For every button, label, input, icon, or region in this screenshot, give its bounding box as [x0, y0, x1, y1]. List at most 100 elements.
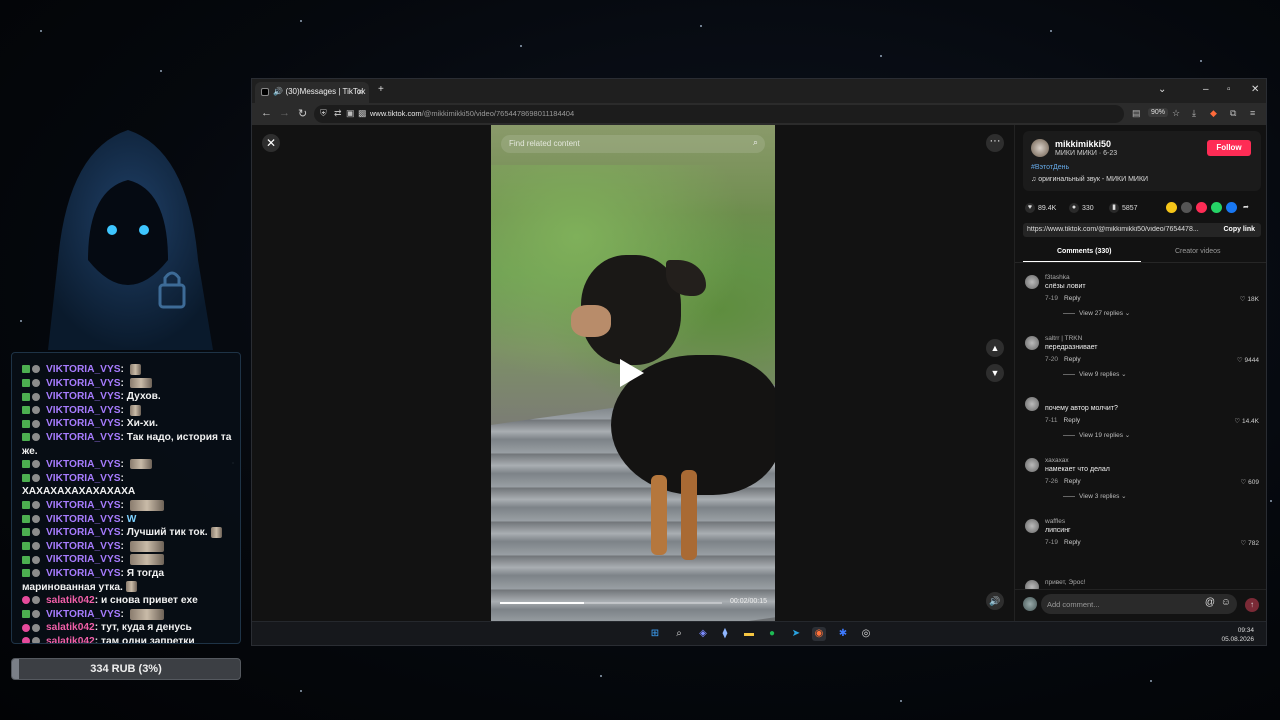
share-option-icon[interactable]	[1211, 202, 1222, 213]
chat-username[interactable]: VIKTORIA_VYS	[46, 418, 121, 429]
tab-creator-videos[interactable]: Creator videos	[1175, 248, 1221, 255]
obs-icon[interactable]: ◎	[859, 627, 873, 641]
comment-like-button[interactable]: ♡ 14.4K	[1234, 417, 1259, 425]
sound-link[interactable]: ♫ оригинальный звук - МИКИ МИКИ	[1031, 176, 1148, 183]
menu-icon[interactable]: ≡	[1250, 108, 1255, 118]
share-option-icon[interactable]	[1166, 202, 1177, 213]
reader-view-icon[interactable]: ▤	[1132, 108, 1141, 119]
spotify-icon[interactable]: ●	[765, 627, 779, 641]
view-replies-button[interactable]: View 9 replies ⌄	[1063, 370, 1127, 378]
video-player[interactable]: Find related content ⌕ 00:02/00:15	[491, 125, 775, 621]
play-icon[interactable]	[620, 359, 644, 387]
next-video-button[interactable]: ▼	[986, 364, 1004, 382]
like-button[interactable]: ♥ 89.4K	[1025, 203, 1056, 213]
permissions-icon[interactable]: ⇄	[334, 108, 342, 119]
commenter-avatar[interactable]	[1025, 397, 1039, 411]
reload-icon[interactable]: ↻	[298, 107, 307, 120]
app-star-icon[interactable]: ✱	[836, 627, 850, 641]
more-options-button[interactable]: ···	[986, 134, 1004, 152]
close-video-button[interactable]: ✕	[262, 134, 280, 152]
chat-username[interactable]: salatik042	[46, 595, 95, 606]
app-icon[interactable]: ◈	[696, 627, 710, 641]
comment-like-button[interactable]: ♡ 609	[1241, 478, 1260, 486]
address-bar[interactable]: ⛨ ⇄ ▣ ▩ www.tiktok.com/@mikkimikki50/vid…	[314, 105, 1124, 123]
volume-button[interactable]: 🔊	[986, 592, 1004, 610]
commenter-username[interactable]: привет, Эрос!	[1045, 579, 1085, 586]
chat-username[interactable]: VIKTORIA_VYS	[46, 459, 121, 470]
camera-off-icon[interactable]: ▣	[346, 108, 355, 119]
comment-input[interactable]: Add comment... @ ☺	[1041, 594, 1237, 614]
comment-count-button[interactable]: ● 330	[1069, 203, 1094, 213]
view-replies-button[interactable]: View 3 replies ⌄	[1063, 492, 1127, 500]
share-option-icon[interactable]	[1196, 202, 1207, 213]
comment-like-button[interactable]: ♡ 9444	[1237, 356, 1259, 364]
chat-username[interactable]: salatik042	[46, 636, 95, 643]
previous-video-button[interactable]: ▲	[986, 339, 1004, 357]
author-avatar[interactable]	[1031, 139, 1049, 157]
mention-icon[interactable]: @	[1205, 597, 1215, 608]
share-option-icon[interactable]	[1226, 202, 1237, 213]
search-icon[interactable]: ⌕	[672, 627, 686, 641]
view-replies-button[interactable]: View 27 replies ⌄	[1063, 309, 1130, 317]
extensions-icon[interactable]: ⧉	[1230, 108, 1236, 119]
chat-username[interactable]: VIKTORIA_VYS	[46, 527, 121, 538]
author-username[interactable]: mikkimikki50	[1055, 139, 1111, 149]
copy-link-button[interactable]: Copy link	[1223, 226, 1255, 233]
close-window-button[interactable]: ✕	[1251, 84, 1259, 95]
reply-button[interactable]: Reply	[1064, 417, 1081, 424]
zoom-level[interactable]: 90%	[1148, 108, 1169, 117]
extension-icon[interactable]: ◆	[1210, 108, 1217, 119]
reply-button[interactable]: Reply	[1064, 539, 1081, 546]
hashtag-link[interactable]: #ВэтотДень	[1031, 164, 1069, 171]
maximize-button[interactable]: ▫	[1227, 84, 1231, 95]
commenter-username[interactable]: хахахах	[1045, 457, 1069, 464]
comment-like-button[interactable]: ♡ 18K	[1240, 295, 1259, 303]
remote-icon[interactable]: ⧫	[718, 627, 732, 641]
telegram-icon[interactable]: ➤	[789, 627, 803, 641]
tab-comments[interactable]: Comments (330)	[1057, 248, 1111, 255]
back-icon[interactable]: ←	[261, 107, 272, 119]
chat-username[interactable]: VIKTORIA_VYS	[46, 500, 121, 511]
share-more-icon[interactable]: ➦	[1243, 203, 1249, 211]
commenter-avatar[interactable]	[1025, 275, 1039, 289]
comment-like-button[interactable]: ♡ 782	[1241, 539, 1260, 547]
start-icon[interactable]: ⊞	[648, 627, 662, 641]
chat-username[interactable]: VIKTORIA_VYS	[46, 568, 121, 579]
tab-list-icon[interactable]: ⌄	[1158, 84, 1166, 95]
related-search-input[interactable]: Find related content ⌕	[501, 135, 765, 153]
chat-username[interactable]: salatik042	[46, 622, 95, 633]
chat-username[interactable]: VIKTORIA_VYS	[46, 432, 121, 443]
new-tab-button[interactable]: +	[378, 84, 384, 95]
chat-username[interactable]: VIKTORIA_VYS	[46, 514, 121, 525]
chat-username[interactable]: VIKTORIA_VYS	[46, 364, 121, 375]
browser-tab[interactable]: 🔊 (30)Messages | TikTok ✕	[255, 82, 369, 103]
reply-button[interactable]: Reply	[1064, 356, 1081, 363]
view-replies-button[interactable]: View 19 replies ⌄	[1063, 431, 1130, 439]
minimize-button[interactable]: –	[1203, 84, 1209, 95]
video-progress-bar[interactable]	[500, 602, 722, 604]
chat-username[interactable]: VIKTORIA_VYS	[46, 473, 121, 484]
chat-username[interactable]: VIKTORIA_VYS	[46, 391, 121, 402]
chat-username[interactable]: VIKTORIA_VYS	[46, 541, 121, 552]
forward-icon[interactable]: →	[279, 107, 290, 119]
downloads-icon[interactable]: ⤓	[1192, 108, 1196, 119]
emoji-icon[interactable]: ☺	[1221, 597, 1231, 608]
share-link-box[interactable]: https://www.tiktok.com/@mikkimikki50/vid…	[1023, 223, 1261, 237]
chat-username[interactable]: VIKTORIA_VYS	[46, 609, 121, 620]
commenter-avatar[interactable]	[1025, 336, 1039, 350]
follow-button[interactable]: Follow	[1207, 140, 1251, 156]
send-comment-button[interactable]: ↑	[1245, 598, 1259, 612]
chat-username[interactable]: VIKTORIA_VYS	[46, 405, 121, 416]
chat-username[interactable]: VIKTORIA_VYS	[46, 378, 121, 389]
reply-button[interactable]: Reply	[1064, 478, 1081, 485]
shield-icon[interactable]: ⛨	[320, 108, 327, 119]
commenter-username[interactable]: f3tashka	[1045, 274, 1070, 281]
bookmark-star-icon[interactable]: ☆	[1172, 108, 1180, 119]
commenter-username[interactable]: saltrr | TRKN	[1045, 335, 1082, 342]
save-button[interactable]: ▮ 5857	[1109, 203, 1138, 213]
search-icon[interactable]: ⌕	[753, 137, 758, 148]
commenter-username[interactable]: waffles	[1045, 518, 1065, 525]
reply-button[interactable]: Reply	[1064, 295, 1081, 302]
url-text[interactable]: www.tiktok.com/@mikkimikki50/video/76544…	[370, 109, 574, 118]
folder-icon[interactable]: ▬	[742, 627, 756, 641]
